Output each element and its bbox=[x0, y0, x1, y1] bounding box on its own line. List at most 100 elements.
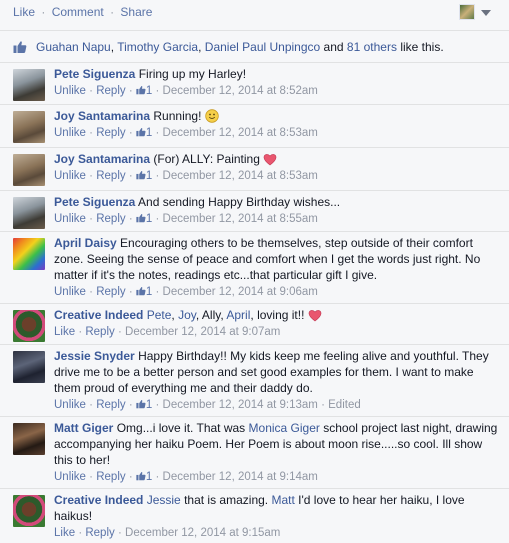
dot: · bbox=[89, 170, 94, 182]
comma: , bbox=[110, 40, 115, 54]
unlike-link[interactable]: Unlike bbox=[54, 213, 86, 225]
dot: · bbox=[128, 85, 133, 97]
comment-author-link[interactable]: Joy Santamarina bbox=[54, 109, 150, 123]
comment-like-count[interactable]: 1 bbox=[136, 170, 152, 182]
timestamp[interactable]: December 12, 2014 at 9:14am bbox=[163, 471, 318, 483]
thumbs-up-icon bbox=[136, 214, 146, 223]
timestamp[interactable]: December 12, 2014 at 8:53am bbox=[163, 170, 318, 182]
timestamp[interactable]: December 12, 2014 at 9:15am bbox=[125, 527, 280, 539]
avatar[interactable] bbox=[13, 197, 45, 229]
unlike-link[interactable]: Unlike bbox=[54, 127, 86, 139]
comment-text: loving it!! bbox=[257, 308, 305, 322]
thumbs-up-icon bbox=[136, 287, 146, 296]
dot: · bbox=[89, 127, 94, 139]
comment-like-count[interactable]: 1 bbox=[136, 213, 152, 225]
comment-author-link[interactable]: Creative Indeed bbox=[54, 308, 143, 322]
dot: · bbox=[155, 399, 160, 411]
like-count-value: 1 bbox=[145, 471, 153, 483]
reply-link[interactable]: Reply bbox=[96, 213, 125, 225]
chevron-down-icon[interactable] bbox=[481, 10, 491, 16]
dot: · bbox=[128, 127, 133, 139]
mention-link[interactable]: Monica Giger bbox=[249, 421, 320, 435]
reply-link[interactable]: Reply bbox=[96, 170, 125, 182]
reply-link[interactable]: Reply bbox=[85, 326, 114, 338]
dot: · bbox=[117, 326, 122, 338]
mention-link[interactable]: Joy bbox=[178, 308, 196, 322]
dot: · bbox=[128, 170, 133, 182]
reply-link[interactable]: Reply bbox=[96, 471, 125, 483]
like-link[interactable]: Like bbox=[54, 527, 75, 539]
share-post-link[interactable]: Share bbox=[120, 5, 152, 19]
dot: · bbox=[128, 471, 133, 483]
comment-author-link[interactable]: Pete Siguenza bbox=[54, 67, 135, 81]
comment-meta: Unlike · Reply · 1 · December 12, 2014 a… bbox=[54, 83, 502, 99]
reply-link[interactable]: Reply bbox=[96, 286, 125, 298]
timestamp[interactable]: December 12, 2014 at 9:07am bbox=[125, 326, 280, 338]
avatar[interactable] bbox=[13, 495, 45, 527]
like-post-link[interactable]: Like bbox=[13, 5, 35, 19]
comment-body: Matt Giger Omg...i love it. That was Mon… bbox=[54, 420, 502, 485]
like-link[interactable]: Like bbox=[54, 326, 75, 338]
comment-body: April Daisy Encouraging others to be the… bbox=[54, 235, 502, 300]
post-action-bar: Like · Comment · Share bbox=[0, 0, 509, 27]
reply-link[interactable]: Reply bbox=[96, 85, 125, 97]
separator: · bbox=[41, 5, 46, 19]
comment-like-count[interactable]: 1 bbox=[136, 127, 152, 139]
like-count-value: 1 bbox=[145, 170, 153, 182]
avatar[interactable] bbox=[13, 310, 45, 342]
mention-link[interactable]: Matt bbox=[271, 493, 294, 507]
comment-meta: Like · Reply · December 12, 2014 at 9:15… bbox=[54, 525, 502, 541]
avatar[interactable] bbox=[13, 154, 45, 186]
timestamp[interactable]: December 12, 2014 at 9:13am bbox=[163, 399, 318, 411]
heart-emoticon bbox=[263, 154, 277, 166]
comment-post-link[interactable]: Comment bbox=[52, 5, 104, 19]
timestamp[interactable]: December 12, 2014 at 8:55am bbox=[163, 213, 318, 225]
separator: · bbox=[110, 5, 115, 19]
unlike-link[interactable]: Unlike bbox=[54, 286, 86, 298]
comment-item: Pete Siguenza Firing up my Harley! Unlik… bbox=[0, 62, 509, 104]
comment-author-link[interactable]: April Daisy bbox=[54, 236, 117, 250]
timestamp[interactable]: December 12, 2014 at 9:06am bbox=[163, 286, 318, 298]
comment-like-count[interactable]: 1 bbox=[136, 399, 152, 411]
comment-like-count[interactable]: 1 bbox=[136, 471, 152, 483]
comment-author-link[interactable]: Creative Indeed bbox=[54, 493, 143, 507]
thumbs-up-icon bbox=[136, 128, 146, 137]
dot: · bbox=[89, 213, 94, 225]
timestamp[interactable]: December 12, 2014 at 8:52am bbox=[163, 85, 318, 97]
unlike-link[interactable]: Unlike bbox=[54, 85, 86, 97]
avatar[interactable] bbox=[13, 111, 45, 143]
comment-body: Pete Siguenza Firing up my Harley! Unlik… bbox=[54, 66, 502, 99]
comment-like-count[interactable]: 1 bbox=[136, 286, 152, 298]
unlike-link[interactable]: Unlike bbox=[54, 471, 86, 483]
edited-label[interactable]: Edited bbox=[328, 399, 361, 411]
unlike-link[interactable]: Unlike bbox=[54, 170, 86, 182]
likes-others-link[interactable]: 81 others bbox=[347, 40, 397, 54]
dot: · bbox=[321, 399, 325, 411]
reply-link[interactable]: Reply bbox=[85, 527, 114, 539]
current-user-avatar[interactable] bbox=[459, 4, 475, 20]
comment-meta: Unlike · Reply · 1 · December 12, 2014 a… bbox=[54, 125, 502, 141]
mention-link[interactable]: Pete bbox=[147, 308, 172, 322]
unlike-link[interactable]: Unlike bbox=[54, 399, 86, 411]
comment-author-link[interactable]: Matt Giger bbox=[54, 421, 113, 435]
comment-like-count[interactable]: 1 bbox=[136, 85, 152, 97]
reply-link[interactable]: Reply bbox=[96, 399, 125, 411]
liker-name-link[interactable]: Guahan Napu bbox=[36, 40, 111, 54]
comment-item: Joy Santamarina (For) ALLY: Painting Unl… bbox=[0, 147, 509, 190]
liker-name-link[interactable]: Timothy Garcia bbox=[117, 40, 198, 54]
timestamp[interactable]: December 12, 2014 at 8:53am bbox=[163, 127, 318, 139]
liker-name-link[interactable]: Daniel Paul Unpingco bbox=[205, 40, 320, 54]
avatar[interactable] bbox=[13, 423, 45, 455]
dot: · bbox=[117, 527, 122, 539]
avatar[interactable] bbox=[13, 69, 45, 101]
mention-link[interactable]: April bbox=[226, 308, 250, 322]
mention-link[interactable]: Jessie bbox=[147, 493, 181, 507]
avatar[interactable] bbox=[13, 351, 45, 383]
comment-author-link[interactable]: Pete Siguenza bbox=[54, 195, 135, 209]
comment-author-link[interactable]: Jessie Snyder bbox=[54, 349, 135, 363]
avatar[interactable] bbox=[13, 238, 45, 270]
comment-meta: Unlike · Reply · 1 · December 12, 2014 a… bbox=[54, 469, 502, 485]
reply-link[interactable]: Reply bbox=[96, 127, 125, 139]
thumbs-up-icon bbox=[136, 86, 146, 95]
comment-author-link[interactable]: Joy Santamarina bbox=[54, 152, 150, 166]
